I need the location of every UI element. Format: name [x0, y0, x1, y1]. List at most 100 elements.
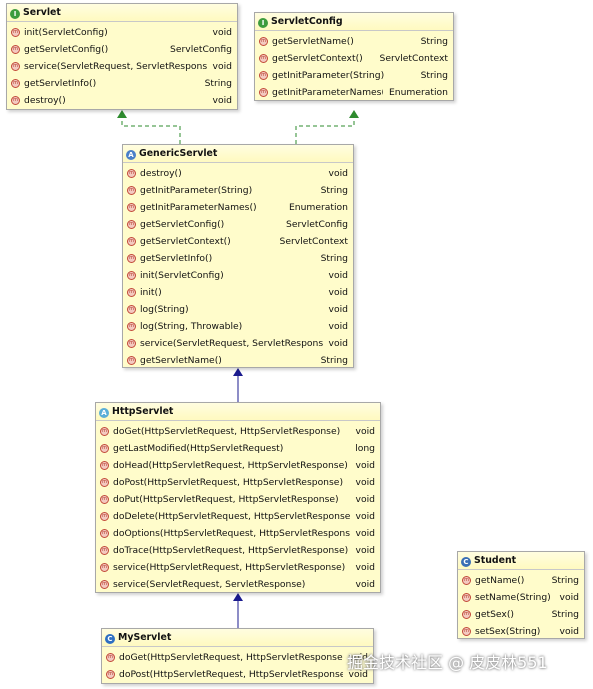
method-row[interactable]: m doPost(HttpServletRequest, HttpServletR…	[96, 474, 380, 491]
method-row[interactable]: m getName() String	[458, 572, 584, 589]
method-row[interactable]: m getServletContext() ServletContext	[123, 233, 353, 250]
method-row[interactable]: m setSex(String) void	[458, 623, 584, 640]
method-icon: m	[100, 563, 109, 572]
method-row[interactable]: m doGet(HttpServletRequest, HttpServletRe…	[102, 649, 373, 666]
method-row[interactable]: m getLastModified(HttpServletRequest) long	[96, 440, 380, 457]
method-row[interactable]: m doGet(HttpServletRequest, HttpServletRe…	[96, 423, 380, 440]
method-row[interactable]: m getServletContext() ServletContext	[255, 50, 453, 67]
method-row[interactable]: m service(ServletRequest, ServletResponse…	[123, 335, 353, 352]
method-icon: m	[259, 71, 268, 80]
method-return-type: String	[320, 185, 348, 196]
method-row[interactable]: m getServletConfig() ServletConfig	[7, 41, 237, 58]
method-icon: m	[127, 322, 136, 331]
method-icon: m	[100, 444, 109, 453]
method-icon: m	[462, 576, 471, 585]
method-icon: m	[100, 427, 109, 436]
method-signature: doPost(HttpServletRequest, HttpServletRe…	[113, 477, 344, 488]
method-row[interactable]: m getInitParameterNames() Enumeration	[123, 199, 353, 216]
method-icon: m	[11, 28, 20, 37]
method-row[interactable]: m getInitParameter(String) String	[123, 182, 353, 199]
method-row[interactable]: m service(HttpServletRequest, HttpServlet…	[96, 559, 380, 576]
servletconfig-interface-box[interactable]: I ServletConfig m getServletName() String m g…	[254, 12, 454, 101]
method-return-type: void	[328, 321, 348, 332]
method-row[interactable]: m getServletName() String	[255, 33, 453, 50]
method-row[interactable]: m init(ServletConfig) void	[7, 24, 237, 41]
method-icon: m	[11, 62, 20, 71]
interface-icon: I	[258, 18, 268, 28]
method-signature: doGet(HttpServletRequest, HttpServletRes…	[113, 426, 341, 437]
method-return-type: ServletContext	[279, 236, 349, 247]
myservlet-header: C MyServlet	[102, 629, 373, 647]
class-name: GenericServlet	[139, 148, 218, 159]
method-icon: m	[127, 305, 136, 314]
method-row[interactable]: m getServletConfig() ServletConfig	[123, 216, 353, 233]
class-name: Servlet	[23, 7, 61, 18]
method-row[interactable]: m doPost(HttpServletRequest, HttpServletR…	[102, 666, 373, 683]
method-row[interactable]: m getSex() String	[458, 606, 584, 623]
method-row[interactable]: m log(String) void	[123, 301, 353, 318]
method-signature: doPut(HttpServletRequest, HttpServletRes…	[113, 494, 339, 505]
method-icon: m	[11, 45, 20, 54]
method-signature: service(ServletRequest, ServletResponse)	[24, 61, 207, 72]
method-row[interactable]: m destroy() void	[123, 165, 353, 182]
student-class-box[interactable]: C Student m getName() String m setName(String…	[457, 551, 585, 639]
method-return-type: void	[355, 477, 375, 488]
method-icon: m	[11, 96, 20, 105]
method-icon: m	[259, 54, 268, 63]
method-return-type: void	[355, 562, 375, 573]
method-signature: doHead(HttpServletRequest, HttpServletRe…	[113, 460, 348, 471]
method-signature: service(ServletRequest, ServletResponse)	[140, 338, 323, 349]
method-row[interactable]: m log(String, Throwable) void	[123, 318, 353, 335]
httpservlet-class-box[interactable]: A HttpServlet m doGet(HttpServletRequest, …	[95, 402, 381, 593]
method-return-type: void	[328, 270, 348, 281]
realization-genericservlet-servlet	[121, 118, 181, 144]
method-icon: m	[127, 220, 136, 229]
method-signature: getInitParameter(String)	[140, 185, 253, 196]
method-signature: getServletInfo()	[24, 78, 97, 89]
method-icon: m	[127, 288, 136, 297]
method-row[interactable]: m doOptions(HttpServletRequest, HttpServl…	[96, 525, 380, 542]
method-icon: m	[127, 271, 136, 280]
method-list: m getName() String m setName(String) void m get…	[458, 570, 584, 640]
method-row[interactable]: m doDelete(HttpServletRequest, HttpServle…	[96, 508, 380, 525]
method-return-type: ServletConfig	[286, 219, 348, 230]
method-row[interactable]: m doHead(HttpServletRequest, HttpServletR…	[96, 457, 380, 474]
method-list: m doGet(HttpServletRequest, HttpServletRe…	[102, 647, 373, 683]
genericservlet-class-box[interactable]: A GenericServlet m destroy() void m getInitPa…	[122, 144, 354, 368]
myservlet-class-box[interactable]: C MyServlet m doGet(HttpServletRequest, Ht…	[101, 628, 374, 684]
method-signature: doPost(HttpServletRequest, HttpServletRe…	[119, 669, 343, 680]
method-icon: m	[100, 461, 109, 470]
method-signature: setSex(String)	[475, 626, 541, 637]
method-row[interactable]: m getServletName() String	[123, 352, 353, 369]
method-row[interactable]: m doTrace(HttpServletRequest, HttpServlet…	[96, 542, 380, 559]
method-signature: getServletContext()	[140, 236, 231, 247]
method-row[interactable]: m service(ServletRequest, ServletResponse…	[7, 58, 237, 75]
method-icon: m	[259, 37, 268, 46]
method-icon: m	[462, 610, 471, 619]
method-row[interactable]: m getServletInfo() String	[123, 250, 353, 267]
method-list: m destroy() void m getInitParameter(String) S…	[123, 163, 353, 369]
method-row[interactable]: m getInitParameterNames() Enumeration	[255, 84, 453, 101]
method-icon: m	[127, 339, 136, 348]
method-row[interactable]: m getInitParameter(String) String	[255, 67, 453, 84]
method-row[interactable]: m init() void	[123, 284, 353, 301]
method-signature: doTrace(HttpServletRequest, HttpServletR…	[113, 545, 349, 556]
method-row[interactable]: m doPut(HttpServletRequest, HttpServletRe…	[96, 491, 380, 508]
method-row[interactable]: m getServletInfo() String	[7, 75, 237, 92]
method-signature: getInitParameter(String)	[272, 70, 385, 81]
method-icon: m	[127, 356, 136, 365]
method-row[interactable]: m setName(String) void	[458, 589, 584, 606]
method-icon: m	[127, 169, 136, 178]
method-row[interactable]: m init(ServletConfig) void	[123, 267, 353, 284]
servlet-header: I Servlet	[7, 4, 237, 22]
method-icon: m	[127, 254, 136, 263]
realization-genericservlet-servletconfig	[295, 118, 355, 144]
method-return-type: String	[320, 355, 348, 366]
method-return-type: void	[355, 460, 375, 471]
class-name: Student	[474, 555, 517, 566]
method-row[interactable]: m service(ServletRequest, ServletResponse…	[96, 576, 380, 593]
servlet-interface-box[interactable]: I Servlet m init(ServletConfig) void m getSer…	[6, 3, 238, 110]
method-row[interactable]: m destroy() void	[7, 92, 237, 109]
method-list: m init(ServletConfig) void m getServletConfi…	[7, 22, 237, 109]
method-return-type: void	[212, 95, 232, 106]
